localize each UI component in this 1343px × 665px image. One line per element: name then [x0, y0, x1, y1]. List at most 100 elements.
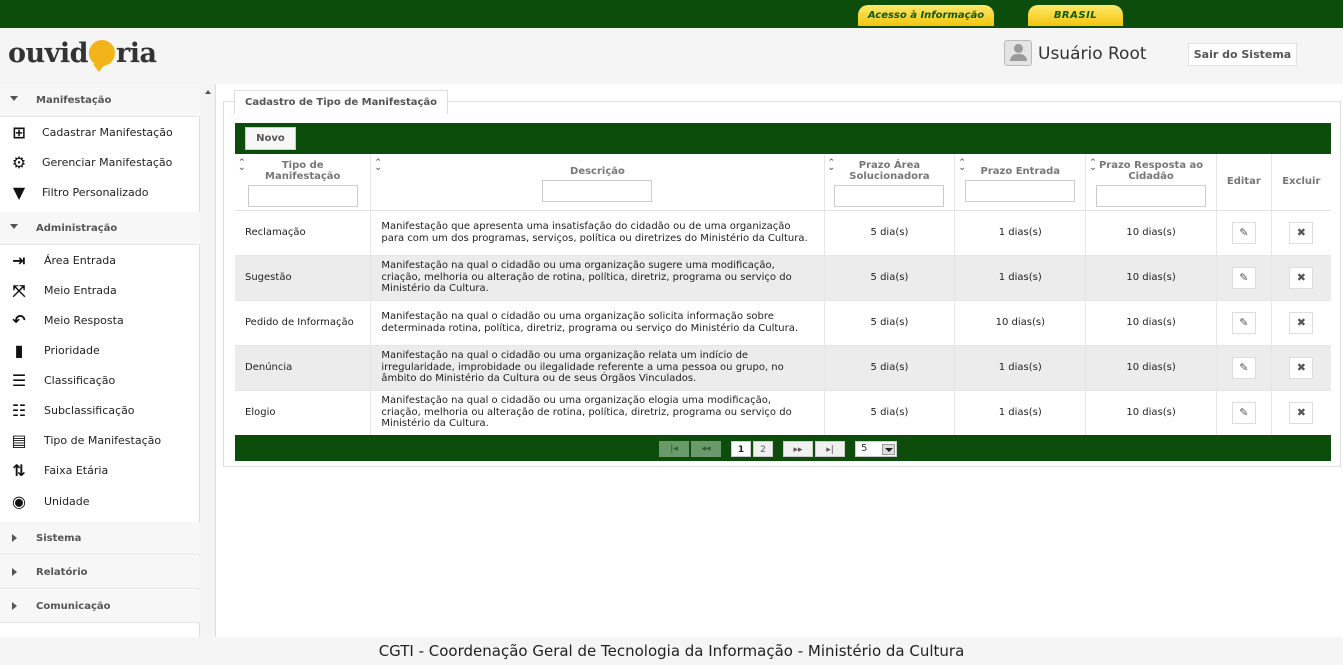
speech-bubble-icon	[88, 40, 115, 72]
cell-prazo-entrada: 10 dias(s)	[954, 300, 1087, 346]
sidebar-item-area-entrada[interactable]: ⇥ Área Entrada	[0, 246, 200, 276]
last-page-icon[interactable]: ▸|	[815, 441, 845, 457]
sidebar-item-unidade[interactable]: ◉ Unidade	[0, 487, 200, 517]
cell-excluir: ✖	[1271, 210, 1331, 256]
cadastro-panel: Cadastro de Tipo de Manifestação Novo ⌃ ⌄…	[223, 90, 1341, 467]
cell-prazo-entrada: 1 dias(s)	[954, 255, 1087, 301]
sort-icon[interactable]: ⌃ ⌄	[238, 159, 246, 173]
delete-x-icon[interactable]: ✖	[1289, 221, 1314, 244]
tipo-manifestacao-table: ⌃ ⌄ Tipo de Manifestação ⌃ ⌄ Descrição ⌃ ⌄ Pra…	[235, 154, 1331, 436]
acesso-informacao-link[interactable]: Acesso à Informação	[858, 5, 994, 26]
next-page-icon[interactable]: ▸▸	[783, 441, 813, 457]
column-header-excluir: Excluir	[1271, 154, 1331, 211]
column-header-prazo-resposta[interactable]: ⌃ ⌄ Prazo Resposta ao Cidadão	[1085, 154, 1217, 211]
rows-per-page-select[interactable]: 5	[855, 441, 897, 457]
cell-excluir: ✖	[1271, 300, 1331, 346]
sort-numeric-icon: ⇅	[12, 461, 26, 480]
column-header-prazo-entrada[interactable]: ⌃ ⌄ Prazo Entrada	[954, 154, 1087, 211]
first-page-icon[interactable]: |◂	[659, 441, 689, 457]
sidebar-item-faixa-etaria[interactable]: ⇅ Faixa Etária	[0, 456, 200, 486]
edit-pencil-icon[interactable]: ✎	[1231, 266, 1256, 289]
cell-prazo-area: 5 dia(s)	[824, 300, 956, 346]
edit-pencil-icon[interactable]: ✎	[1231, 221, 1256, 244]
cell-excluir: ✖	[1271, 345, 1331, 391]
cell-editar: ✎	[1216, 255, 1272, 301]
delete-x-icon[interactable]: ✖	[1289, 401, 1314, 424]
cell-editar: ✎	[1216, 300, 1272, 346]
new-button[interactable]: Novo	[245, 127, 296, 150]
table-row[interactable]: Sugestão Manifestação na qual o cidadão …	[235, 255, 1331, 301]
column-header-editar: Editar	[1216, 154, 1272, 211]
cell-tipo: Denúncia	[235, 345, 372, 391]
sidebar-item-meio-entrada[interactable]: ⤧ Meio Entrada	[0, 276, 200, 306]
filter-prazo-resposta-input[interactable]	[1096, 185, 1207, 207]
reply-users-icon: ↶	[12, 311, 26, 330]
table-row[interactable]: Denúncia Manifestação na qual o cidadão …	[235, 345, 1331, 391]
table-row[interactable]: Elogio Manifestação na qual o cidadão ou…	[235, 390, 1331, 436]
sidebar-item-filtro-personalizado[interactable]: ▼ Filtro Personalizado	[0, 178, 200, 208]
user-avatar-icon	[1004, 40, 1032, 66]
sidebar-item-classificacao[interactable]: ☰ Classificação	[0, 366, 200, 396]
chevron-down-icon	[10, 96, 18, 101]
cell-prazo-area: 5 dia(s)	[824, 210, 956, 256]
column-header-prazo-area[interactable]: ⌃ ⌄ Prazo Área Solucionadora	[824, 154, 956, 211]
filter-descricao-input[interactable]	[542, 180, 653, 202]
sidebar-item-meio-resposta[interactable]: ↶ Meio Resposta	[0, 306, 200, 336]
cell-tipo: Reclamação	[235, 210, 372, 256]
sort-icon[interactable]: ⌃ ⌄	[958, 159, 966, 173]
cell-prazo-resposta: 10 dias(s)	[1085, 300, 1217, 346]
chevron-right-icon	[12, 534, 17, 542]
cell-editar: ✎	[1216, 210, 1272, 256]
cell-excluir: ✖	[1271, 255, 1331, 301]
menu-section-relatorio[interactable]: Relatório	[0, 556, 200, 589]
sort-icon[interactable]: ⌃ ⌄	[374, 159, 382, 173]
menu-section-sistema[interactable]: Sistema	[0, 522, 200, 555]
cell-prazo-entrada: 1 dias(s)	[954, 210, 1087, 256]
table-row[interactable]: Reclamação Manifestação que apresenta um…	[235, 210, 1331, 256]
cell-excluir: ✖	[1271, 390, 1331, 436]
cell-prazo-area: 5 dia(s)	[824, 345, 956, 391]
sidebar-item-cadastrar-manifestacao[interactable]: ⊞ Cadastrar Manifestação	[0, 118, 200, 148]
sidebar-item-subclassificacao[interactable]: ☷ Subclassificação	[0, 396, 200, 426]
sidebar-item-prioridade[interactable]: ▮ Prioridade	[0, 336, 200, 366]
filter-prazo-entrada-input[interactable]	[965, 180, 1076, 202]
column-header-descricao[interactable]: ⌃ ⌄ Descrição	[370, 154, 825, 211]
sort-icon[interactable]: ⌃ ⌄	[828, 159, 836, 173]
menu-section-manifestacao[interactable]: Manifestação	[0, 84, 200, 117]
edit-pencil-icon[interactable]: ✎	[1231, 356, 1256, 379]
scroll-up-icon[interactable]	[205, 90, 211, 94]
chevron-right-icon	[12, 602, 17, 610]
previous-page-icon[interactable]: ◂◂	[691, 441, 721, 457]
delete-x-icon[interactable]: ✖	[1289, 311, 1314, 334]
sidebar-menu: Manifestação ⊞ Cadastrar Manifestação ⚙ Ge…	[0, 84, 216, 637]
page-2-button[interactable]: 2	[753, 441, 773, 457]
sort-icon[interactable]: ⌃ ⌄	[1089, 159, 1097, 173]
list-icon: ☰	[11, 371, 27, 390]
chevron-down-icon	[10, 224, 18, 229]
menu-section-comunicacao[interactable]: Comunicação	[0, 590, 200, 623]
cell-prazo-resposta: 10 dias(s)	[1085, 255, 1217, 301]
main-content: Cadastro de Tipo de Manifestação Novo ⌃ ⌄…	[216, 84, 1343, 637]
logout-button[interactable]: Sair do Sistema	[1188, 43, 1297, 66]
column-header-tipo[interactable]: ⌃ ⌄ Tipo de Manifestação	[235, 154, 372, 211]
gear-icon: ⚙	[11, 153, 27, 172]
government-bar: Acesso à Informação BRASIL	[0, 0, 1343, 28]
delete-x-icon[interactable]: ✖	[1289, 356, 1314, 379]
cell-descricao: Manifestação na qual o cidadão ou uma or…	[370, 255, 825, 301]
document-icon: ▤	[11, 431, 27, 450]
filter-prazo-area-input[interactable]	[834, 185, 945, 207]
sidebar-item-gerenciar-manifestacao[interactable]: ⚙ Gerenciar Manifestação	[0, 148, 200, 178]
sidebar-scrollbar[interactable]	[200, 84, 215, 637]
edit-pencil-icon[interactable]: ✎	[1231, 311, 1256, 334]
app-header: ouvid ria Usuário Root Sair do Sistema	[0, 28, 1343, 84]
ouvidoria-logo[interactable]: ouvid ria	[8, 38, 157, 72]
delete-x-icon[interactable]: ✖	[1289, 266, 1314, 289]
sidebar-item-tipo-manifestacao[interactable]: ▤ Tipo de Manifestação	[0, 426, 200, 456]
table-row[interactable]: Pedido de Informação Manifestação na qua…	[235, 300, 1331, 346]
page-1-button[interactable]: 1	[731, 441, 751, 457]
edit-pencil-icon[interactable]: ✎	[1231, 401, 1256, 424]
menu-section-administracao[interactable]: Administração	[0, 212, 200, 245]
dropdown-arrow-icon[interactable]	[882, 444, 895, 455]
brasil-link[interactable]: BRASIL	[1028, 5, 1123, 26]
filter-tipo-input[interactable]	[247, 185, 358, 207]
